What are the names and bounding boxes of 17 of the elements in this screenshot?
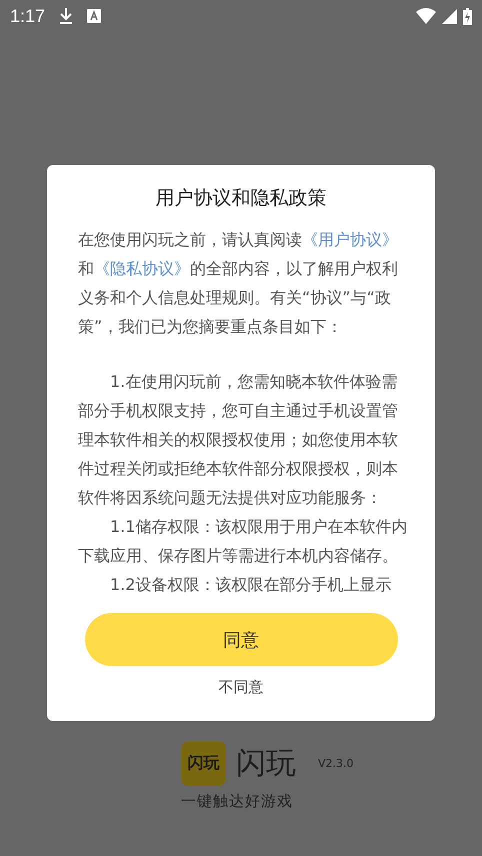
battery-icon — [463, 8, 472, 24]
agree-button[interactable]: 同意 — [84, 613, 398, 666]
status-time: 1:17 — [10, 6, 46, 26]
dialog-title: 用户协议和隐私政策 — [156, 186, 326, 211]
intro-paragraph: 在您使用闪玩之前，请认真阅读《用户协议》 和《隐私协议》的全部内容，以了解用户权利义务和个人信息处理规则。有关“协议”与“政策”，我们已为您摘要重点条目如下： — [78, 229, 399, 338]
policy-paragraph: 1.在使用闪玩前，您需知晓本软件体验需部分手机权限支持，您可自主通过手机设置管理本软件相关的权限授权使用；如您使用本软件过程关闭或拒绝本软件部分权限授权，则本软件将因系统问题无法提供对应功能服务： — [78, 371, 399, 509]
keyboard-icon — [87, 9, 102, 23]
app-name: 闪玩 — [236, 745, 296, 783]
app-tagline: 一键触达好游戏 — [181, 792, 294, 811]
app-logo: 闪玩 — [181, 741, 226, 786]
signal-icon — [442, 8, 457, 24]
wifi-icon — [416, 8, 436, 24]
policy-paragraph: 1.2设备权限：该权限在部分手机上显示 — [109, 574, 392, 596]
decline-button[interactable]: 不同意 — [214, 674, 268, 701]
download-icon — [59, 7, 74, 25]
app-version: V2.3.0 — [318, 757, 354, 770]
policy-paragraph: 1.1储存权限：该权限用于用户在本软件内下载应用、保存图片等需进行本机内容储存。 — [78, 516, 408, 567]
